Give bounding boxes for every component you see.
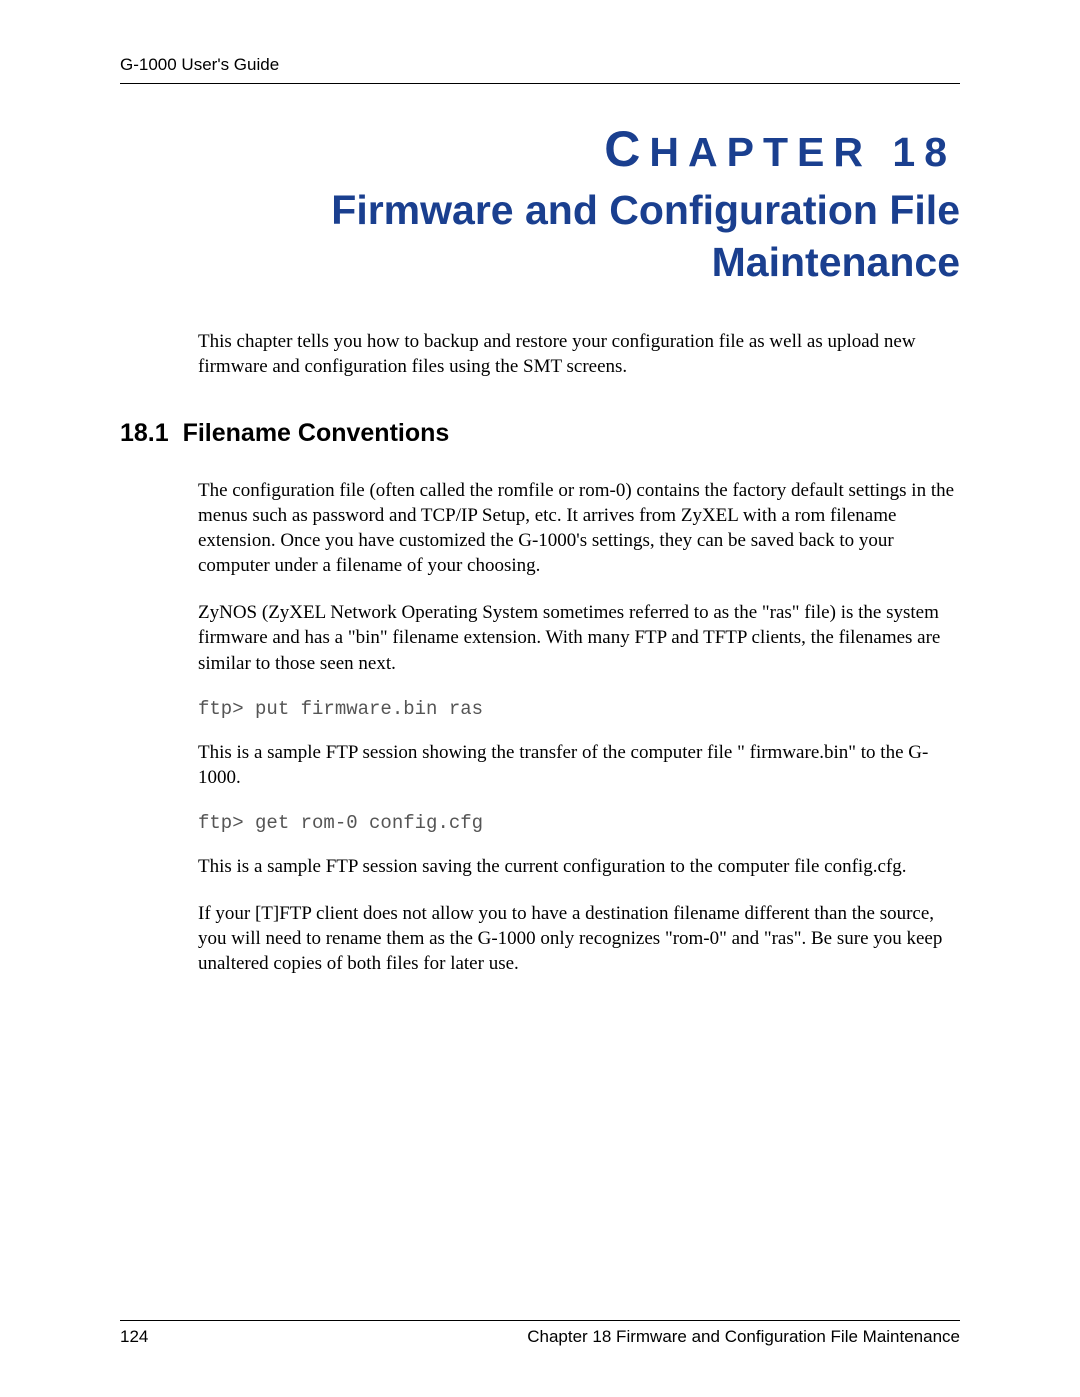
running-head-text: G-1000 User's Guide — [120, 55, 279, 74]
section-paragraph-2: ZyNOS (ZyXEL Network Operating System so… — [198, 600, 960, 675]
chapter-label-rest: HAPTER — [649, 129, 872, 175]
code-sample-1: ftp> put firmware.bin ras — [198, 698, 960, 720]
document-page: G-1000 User's Guide CHAPTER 18 Firmware … — [0, 0, 1080, 1397]
section-paragraph-1: The configuration file (often called the… — [198, 478, 960, 578]
chapter-title: Firmware and Configuration File Maintena… — [120, 184, 960, 289]
section-paragraph-4: This is a sample FTP session saving the … — [198, 854, 960, 879]
running-header: G-1000 User's Guide — [120, 55, 960, 84]
section-heading: 18.1 Filename Conventions — [120, 419, 960, 448]
section-paragraph-5: If your [T]FTP client does not allow you… — [198, 901, 960, 976]
running-foot-text: Chapter 18 Firmware and Configuration Fi… — [527, 1327, 960, 1347]
chapter-intro: This chapter tells you how to backup and… — [198, 329, 960, 379]
chapter-label-first-letter: C — [604, 121, 649, 177]
chapter-label: CHAPTER 18 — [120, 120, 956, 178]
running-footer: 124 Chapter 18 Firmware and Configuratio… — [120, 1320, 960, 1347]
page-number: 124 — [120, 1327, 148, 1347]
section-paragraph-3: This is a sample FTP session showing the… — [198, 740, 960, 790]
chapter-number: 18 — [892, 129, 956, 175]
section-title: Filename Conventions — [183, 419, 450, 447]
section-number: 18.1 — [120, 419, 169, 447]
code-sample-2: ftp> get rom-0 config.cfg — [198, 812, 960, 834]
